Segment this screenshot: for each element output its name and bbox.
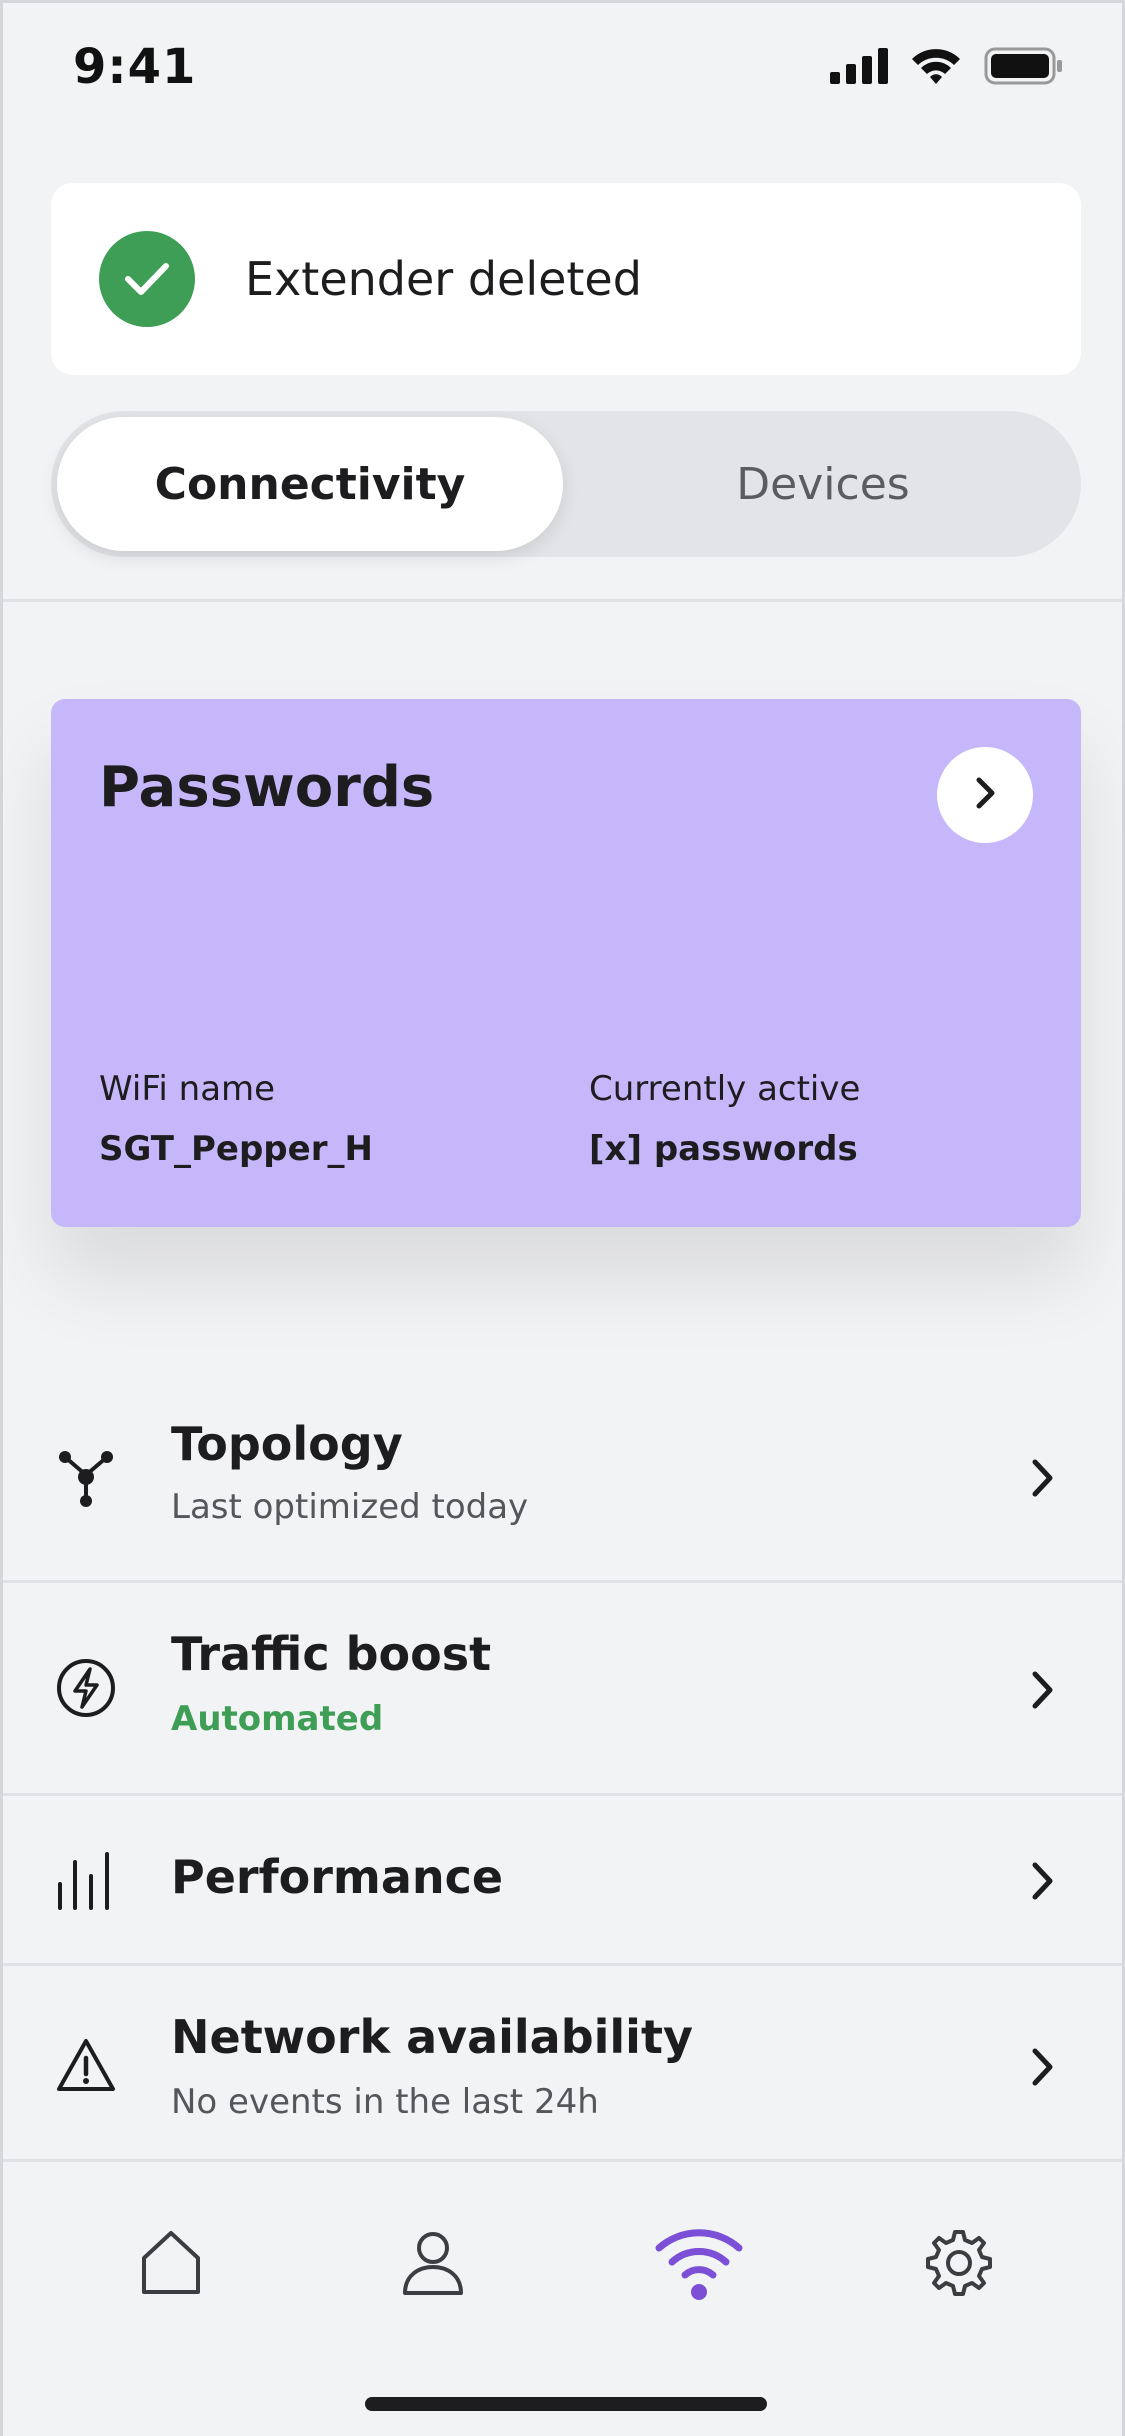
- feature-list: Topology Last optimized today Traffic bo…: [3, 1369, 1122, 2162]
- list-item-status: Automated: [171, 1699, 384, 1739]
- chevron-right-icon: [1030, 1457, 1056, 1503]
- bar-chart-icon: [55, 1848, 113, 1914]
- toast-message: Extender deleted: [245, 252, 642, 306]
- app-screen: 9:41 Extender deleted Connectivity Devic…: [0, 0, 1125, 2436]
- tab-bar: [3, 2163, 1122, 2436]
- tab-connectivity[interactable]: Connectivity: [57, 417, 563, 551]
- lightning-icon: [55, 1657, 117, 1723]
- list-item-traffic-boost[interactable]: Traffic boost Automated: [3, 1583, 1122, 1796]
- toast-notification: Extender deleted: [51, 183, 1081, 375]
- chevron-right-icon: [970, 775, 1000, 815]
- list-item-network-availability[interactable]: Network availability No events in the la…: [3, 1966, 1122, 2162]
- list-item-subtitle: Last optimized today: [171, 1487, 529, 1527]
- list-item-performance[interactable]: Performance: [3, 1796, 1122, 1966]
- battery-icon: [984, 47, 1064, 89]
- check-icon: [99, 231, 195, 327]
- chevron-right-icon: [1030, 1860, 1056, 1906]
- status-bar: 9:41: [3, 3, 1122, 133]
- topology-icon: [55, 1447, 117, 1513]
- chevron-right-icon: [1030, 2046, 1056, 2092]
- chevron-right-icon: [1030, 1669, 1056, 1715]
- home-indicator: [365, 2397, 767, 2411]
- divider: [3, 599, 1122, 602]
- card-title: Passwords: [99, 755, 435, 820]
- signal-icon: [830, 48, 888, 88]
- status-icons: [830, 47, 1064, 89]
- wifi-icon: [655, 2226, 743, 2304]
- active-passwords-label: Currently active: [589, 1069, 861, 1109]
- wifi-status-icon: [910, 47, 962, 89]
- tab-home[interactable]: [131, 2225, 211, 2305]
- wifi-name-label: WiFi name: [99, 1069, 276, 1109]
- settings-icon: [924, 2228, 994, 2302]
- home-icon: [138, 2228, 204, 2302]
- list-item-title: Traffic boost: [171, 1627, 492, 1681]
- segmented-control: Connectivity Devices: [51, 411, 1081, 557]
- wifi-name-value: SGT_Pepper_H: [99, 1129, 373, 1169]
- active-passwords-value: [x] passwords: [589, 1129, 858, 1169]
- tab-settings[interactable]: [919, 2225, 999, 2305]
- list-item-topology[interactable]: Topology Last optimized today: [3, 1369, 1122, 1583]
- tab-profile[interactable]: [393, 2225, 473, 2305]
- tab-wifi[interactable]: [655, 2225, 743, 2305]
- list-item-subtitle: No events in the last 24h: [171, 2082, 599, 2122]
- passwords-card[interactable]: Passwords WiFi name SGT_Pepper_H Current…: [51, 699, 1081, 1227]
- profile-icon: [401, 2229, 465, 2301]
- warning-icon: [55, 2036, 117, 2098]
- list-item-title: Performance: [171, 1850, 504, 1904]
- list-item-title: Topology: [171, 1417, 403, 1471]
- status-time: 9:41: [73, 39, 197, 95]
- tab-devices[interactable]: Devices: [571, 417, 1075, 551]
- list-item-title: Network availability: [171, 2010, 693, 2064]
- card-arrow-button[interactable]: [937, 747, 1033, 843]
